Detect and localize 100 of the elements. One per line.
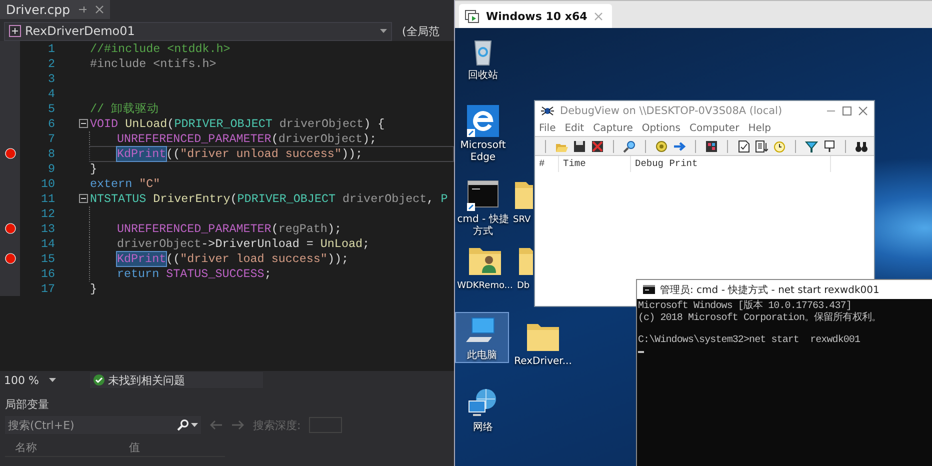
project-dropdown[interactable]: RexDriverDemo01: [4, 22, 392, 40]
desktop-shortcut[interactable]: 此电脑: [455, 312, 509, 363]
console-line: Microsoft Windows [版本 10.0.17763.437]: [638, 301, 852, 312]
desktop-shortcut[interactable]: 回收站: [455, 32, 511, 83]
window-title: DebugView on \\DESKTOP-0V3S08A (local): [560, 105, 784, 117]
code-line: return STATUS_SUCCESS;: [89, 266, 454, 282]
folder-icon: [515, 179, 533, 211]
caret-icon: [380, 29, 387, 33]
line-number: 8: [46, 146, 55, 160]
code-line: NTSTATUS DriverEntry(PDRIVER_OBJECT driverObject, P: [89, 190, 449, 206]
depth-label: 搜索深度:: [253, 418, 301, 432]
line-number: 12: [40, 206, 55, 220]
line-number: 16: [40, 266, 55, 280]
class-icon: [9, 25, 21, 37]
terminal-icon: [467, 179, 499, 211]
shortcut-label: 回收站: [468, 70, 498, 82]
menu-item[interactable]: Edit: [564, 123, 584, 134]
close-icon[interactable]: [858, 106, 868, 116]
caret-icon: [191, 423, 198, 427]
document-icon[interactable]: [755, 140, 768, 152]
filter-icon[interactable]: [805, 140, 818, 152]
shortcut-label: 网络: [473, 422, 493, 434]
menu-item[interactable]: Computer: [689, 123, 740, 134]
code-line: }: [89, 160, 98, 176]
shortcut-label: WDKRemo...: [457, 280, 513, 292]
window-title: 管理员: cmd - 快捷方式 - net start rexwdk001: [660, 284, 880, 296]
line-number: 11: [40, 192, 55, 206]
text-cursor: [638, 350, 644, 352]
virtual-machine-icon: [465, 10, 479, 22]
code-line: VOID UnLoad(PDRIVER_OBJECT driverObject) {: [89, 116, 386, 132]
close-icon[interactable]: [95, 5, 104, 14]
terminal-icon: [643, 285, 655, 294]
delete-icon[interactable]: [591, 140, 604, 152]
collapse-icon[interactable]: [79, 194, 88, 203]
search-icon: [177, 419, 189, 431]
shortcut-label: 此电脑: [467, 350, 497, 362]
shortcut-label: Microsoft Edge: [459, 140, 507, 164]
arrow-icon[interactable]: [673, 140, 686, 152]
vm-tab[interactable]: Windows 10 x64: [459, 4, 612, 28]
desktop-shortcut[interactable]: cmd - 快捷方式: [455, 176, 511, 239]
desktop-shortcut[interactable]: RexDriver...: [511, 318, 575, 369]
line-number: 14: [40, 236, 55, 250]
line-number: 10: [40, 176, 55, 190]
line-number: 3: [46, 72, 55, 86]
menu-item[interactable]: Capture: [593, 123, 633, 134]
browser-icon: [467, 105, 499, 137]
binoculars-icon[interactable]: [855, 140, 868, 152]
column-header: 值: [129, 440, 140, 454]
sign-icon[interactable]: [823, 140, 836, 152]
back-arrow-icon[interactable]: [209, 420, 223, 430]
maximize-icon[interactable]: [842, 106, 852, 116]
panel-title: 局部变量: [5, 397, 50, 412]
scope-dropdown[interactable]: (全局范: [402, 24, 440, 38]
search-field[interactable]: 搜索(Ctrl+E): [5, 416, 175, 434]
column-header: Debug Print: [631, 156, 831, 172]
shortcut-label: cmd - 快捷方式: [456, 214, 510, 238]
menu-item[interactable]: Options: [642, 123, 680, 134]
desktop-shortcut[interactable]: WDKRemo...: [455, 242, 515, 293]
code-line: KdPrint(("driver load success"));: [89, 250, 454, 266]
column-header: Time: [559, 156, 631, 172]
breakpoint-icon[interactable]: [4, 148, 16, 159]
code-line: UNREFERENCED_PARAMETER(regPath);: [89, 220, 454, 236]
code-line: // 卸载驱动: [89, 100, 160, 116]
issues-status: 未找到相关问题: [108, 372, 185, 388]
folder-icon: [519, 245, 533, 277]
breakpoint-icon[interactable]: [4, 253, 16, 264]
forward-arrow-icon[interactable]: [231, 420, 245, 430]
collapse-icon[interactable]: [79, 119, 88, 128]
network-icon: [467, 387, 499, 419]
line-number: 13: [40, 222, 55, 236]
search-button[interactable]: [175, 416, 201, 434]
desktop-shortcut[interactable]: 网络: [455, 384, 511, 435]
console-line: C:\Windows\system32>net start rexwdk001: [638, 335, 862, 346]
desktop-shortcut[interactable]: Microsoft Edge: [455, 102, 511, 165]
file-tab[interactable]: Driver.cpp: [0, 0, 110, 19]
line-number: 1: [46, 42, 55, 56]
line-number: 6: [46, 116, 55, 130]
check-icon: [93, 374, 105, 386]
code-line: extern "C": [89, 176, 162, 192]
line-number: 15: [40, 252, 55, 266]
column-header: 名称: [15, 440, 37, 454]
line-number: 5: [46, 102, 55, 116]
save-icon[interactable]: [573, 140, 586, 152]
close-icon[interactable]: [594, 12, 604, 20]
caret-icon: [48, 378, 56, 382]
breakpoint-icon[interactable]: [4, 223, 16, 234]
line-number: 4: [46, 86, 55, 100]
code-line: }: [89, 280, 98, 296]
gear-icon[interactable]: [655, 140, 668, 152]
menu-item[interactable]: Help: [748, 123, 771, 134]
bug-icon: [541, 105, 554, 117]
search-icon[interactable]: [623, 140, 636, 152]
line-number: 17: [40, 282, 55, 296]
menu-item[interactable]: File: [539, 123, 556, 134]
grid-icon[interactable]: [705, 140, 718, 152]
document-icon[interactable]: [737, 140, 750, 152]
line-number: 7: [46, 132, 55, 146]
column-header: #: [535, 156, 559, 172]
clock-icon[interactable]: [773, 140, 786, 152]
folder-icon: [527, 321, 559, 353]
